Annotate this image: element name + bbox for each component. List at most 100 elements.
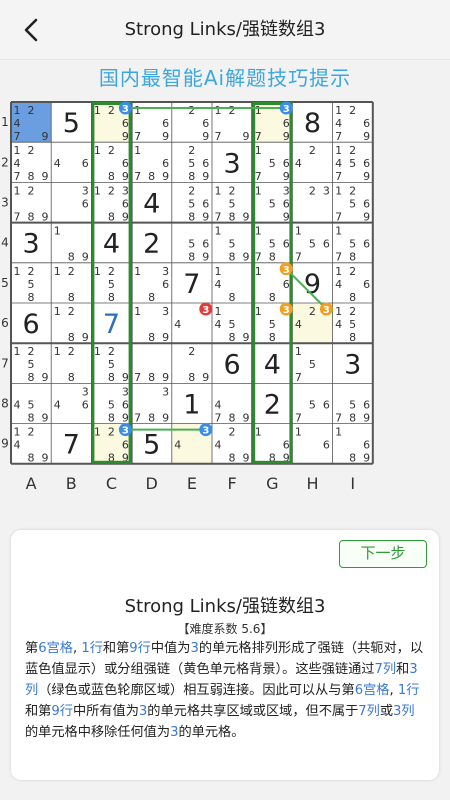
row-label: 6 — [1, 316, 9, 330]
candidate-digit: 9 — [122, 130, 129, 143]
candidate-digit: 7 — [335, 251, 342, 264]
candidate-digit: 5 — [188, 157, 195, 170]
sudoku-board[interactable]: 1247951236916792691279136798124679124789… — [0, 98, 450, 498]
candidate-digit: 4 — [335, 117, 342, 130]
row-label: 7 — [1, 356, 9, 370]
description-text: 的单元格。 — [178, 725, 245, 740]
highlight-text: 3 — [190, 641, 199, 656]
given-digit: 8 — [304, 108, 321, 139]
candidate-digit: 4 — [54, 398, 61, 411]
given-digit: 3 — [23, 229, 40, 260]
candidate-digit: 5 — [269, 157, 276, 170]
candidate-digit: 8 — [108, 291, 115, 304]
candidate-digit: 1 — [94, 104, 101, 117]
candidate-digit: 1 — [94, 184, 101, 197]
candidate-digit: 2 — [28, 184, 35, 197]
candidate-digit: 7 — [14, 130, 21, 143]
candidate-digit: 5 — [349, 157, 356, 170]
candidate-digit: 8 — [229, 210, 236, 223]
row-label: 5 — [1, 276, 9, 290]
candidate-digit: 7 — [335, 130, 342, 143]
candidate-digit: 6 — [202, 197, 209, 210]
candidate-digit: 8 — [28, 291, 35, 304]
next-step-button[interactable]: 下一步 — [339, 540, 427, 568]
column-label: D — [146, 474, 158, 493]
candidate-digit: 9 — [363, 452, 370, 465]
candidate-digit: 8 — [229, 291, 236, 304]
candidate-digit: 9 — [243, 452, 250, 465]
candidate-digit: 8 — [188, 251, 195, 264]
candidate-digit: 6 — [122, 439, 129, 452]
highlight-text: 1行 — [81, 641, 103, 656]
marker-digit: 3 — [202, 305, 209, 316]
candidate-digit: 7 — [14, 170, 21, 183]
candidate-digit: 6 — [82, 398, 89, 411]
candidate-digit: 1 — [255, 144, 262, 157]
highlight-text: 7列 — [374, 662, 397, 677]
candidate-digit: 8 — [68, 291, 75, 304]
candidate-digit: 8 — [68, 331, 75, 344]
candidate-digit: 6 — [122, 117, 129, 130]
row-label: 4 — [1, 236, 9, 250]
candidate-digit: 8 — [269, 251, 276, 264]
given-digit: 4 — [264, 349, 281, 380]
candidate-digit: 6 — [122, 398, 129, 411]
candidate-digit: 8 — [188, 210, 195, 223]
candidate-digit: 2 — [188, 104, 195, 117]
candidate-digit: 6 — [162, 117, 169, 130]
candidate-digit: 9 — [283, 130, 290, 143]
candidate-digit: 4 — [335, 278, 342, 291]
candidate-digit: 7 — [295, 411, 302, 424]
candidate-digit: 9 — [243, 210, 250, 223]
candidate-digit: 4 — [14, 157, 21, 170]
candidate-digit: 8 — [349, 291, 356, 304]
candidate-digit: 9 — [243, 251, 250, 264]
candidate-digit: 1 — [134, 265, 141, 278]
hint-title: Strong Links/强链数组3 — [124, 596, 326, 617]
candidate-digit: 7 — [335, 411, 342, 424]
highlight-text: 3列 — [393, 704, 415, 719]
candidate-digit: 4 — [215, 398, 222, 411]
candidate-digit: 8 — [148, 291, 155, 304]
candidate-digit: 8 — [108, 371, 115, 384]
candidate-digit: 7 — [134, 170, 141, 183]
candidate-digit: 6 — [122, 197, 129, 210]
candidate-digit: 1 — [335, 225, 342, 238]
placed-digit: 7 — [103, 309, 120, 340]
given-digit: 3 — [224, 148, 241, 179]
column-label: A — [26, 474, 37, 493]
candidate-digit: 8 — [148, 170, 155, 183]
candidate-digit: 6 — [323, 398, 330, 411]
candidate-digit: 1 — [54, 345, 61, 358]
candidate-digit: 9 — [363, 210, 370, 223]
candidate-digit: 1 — [255, 184, 262, 197]
candidate-digit: 5 — [309, 398, 316, 411]
column-label: H — [306, 474, 318, 493]
description-text: 或 — [379, 704, 394, 719]
description-text: 和 — [396, 662, 410, 677]
candidate-digit: 1 — [255, 305, 262, 318]
candidate-digit: 9 — [42, 130, 49, 143]
candidate-digit: 7 — [295, 371, 302, 384]
hint-card: 下一步 Strong Links/强链数组3 【难度系数 5.6】 第6宫格, … — [11, 530, 439, 780]
column-label: F — [227, 474, 236, 493]
candidate-digit: 2 — [28, 426, 35, 439]
description-text: （绿色或蓝色轮廓区域）相互弱连接。因此可以从与第 — [38, 683, 355, 698]
candidate-digit: 2 — [188, 345, 195, 358]
candidate-digit: 3 — [122, 385, 129, 398]
column-label: C — [106, 474, 117, 493]
candidate-digit: 9 — [42, 170, 49, 183]
candidate-digit: 4 — [14, 117, 21, 130]
candidate-digit: 1 — [215, 104, 222, 117]
candidate-digit: 2 — [349, 184, 356, 197]
candidate-digit: 8 — [229, 331, 236, 344]
given-digit: 2 — [143, 229, 160, 260]
column-label: I — [350, 474, 355, 493]
candidate-digit: 4 — [174, 439, 181, 452]
candidate-digit: 8 — [108, 170, 115, 183]
candidate-digit: 9 — [42, 210, 49, 223]
candidate-digit: 2 — [68, 305, 75, 318]
candidate-digit: 6 — [283, 278, 290, 291]
candidate-digit: 6 — [363, 278, 370, 291]
candidate-digit: 1 — [295, 225, 302, 238]
